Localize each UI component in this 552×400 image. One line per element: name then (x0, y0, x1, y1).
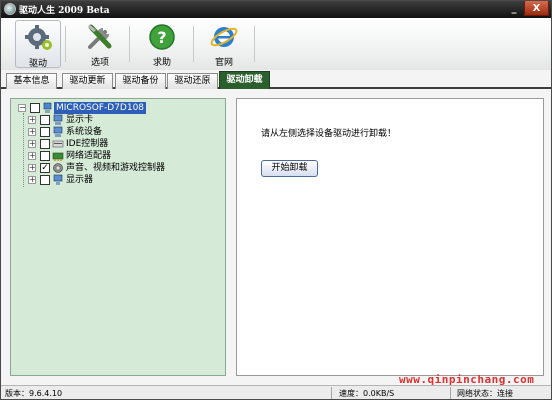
tools-icon (88, 24, 112, 49)
expand-icon[interactable]: + (28, 128, 36, 136)
toolbar-label: 选项 (90, 58, 109, 68)
status-bar: 版本：9.6.4.10 速度：0.0KB/S 网络状态：连接 (1, 385, 551, 399)
tree-checkbox-checked[interactable]: ✓ (40, 163, 50, 173)
tree-checkbox[interactable] (40, 175, 50, 185)
toolbar-label: 官网 (214, 58, 233, 68)
uninstall-hint: 请从左侧选择设备驱动进行卸载！ (261, 129, 397, 139)
computer-icon (43, 102, 52, 113)
collapse-icon[interactable]: − (18, 104, 26, 112)
tab-basic-info[interactable]: 基本信息 (6, 73, 57, 89)
expand-icon[interactable]: + (28, 176, 36, 184)
close-button[interactable]: X (524, 1, 549, 16)
tree-item-row[interactable]: + 显示卡 (11, 114, 221, 126)
start-uninstall-button[interactable]: 开始卸载 (261, 160, 318, 177)
app-window: 驱动人生 2009 Beta _ X 驱动 选项 ? 求助 官网 基本信息 驱动… (0, 0, 552, 400)
toolbar-help-button[interactable]: ? 求助 (139, 20, 185, 68)
tree-checkbox[interactable] (40, 127, 50, 137)
tree-item-row[interactable]: + 网络适配器 (11, 150, 221, 162)
tree-checkbox[interactable] (30, 103, 40, 113)
tree-item-row[interactable]: + ✓ 声音、视频和游戏控制器 (11, 162, 221, 174)
tab-bar: 基本信息 驱动更新 驱动备份 驱动还原 驱动卸载 (1, 71, 551, 89)
device-tree[interactable]: − MICROSOF-D7D108 + 显示卡 + 系统设备 + IDE控制器 … (10, 98, 226, 376)
toolbar-label: 驱动 (28, 59, 47, 69)
tree-item-label[interactable]: IDE控制器 (66, 138, 108, 150)
toolbar-options-button[interactable]: 选项 (77, 20, 123, 68)
tree-item-label[interactable]: 网络适配器 (66, 150, 111, 162)
tree-checkbox[interactable] (40, 139, 50, 149)
speed-text: 速度：0.0KB/S (339, 389, 395, 398)
network-status-text: 网络状态：连接 (457, 389, 513, 398)
network-adapter-icon (52, 152, 64, 161)
tab-driver-uninstall[interactable]: 驱动卸载 (219, 71, 270, 89)
ide-controller-icon (52, 140, 64, 148)
tree-item-row[interactable]: + 系统设备 (11, 126, 221, 138)
tree-item-label[interactable]: 声音、视频和游戏控制器 (66, 162, 165, 174)
svg-text:?: ? (157, 28, 166, 47)
toolbar-website-button[interactable]: 官网 (201, 20, 247, 68)
toolbar-separator (254, 26, 255, 62)
monitor-icon (53, 174, 63, 185)
main-toolbar: 驱动 选项 ? 求助 官网 (1, 18, 551, 70)
tab-driver-restore[interactable]: 驱动还原 (167, 73, 218, 89)
tree-item-row[interactable]: + 显示器 (11, 174, 221, 186)
window-title: 驱动人生 2009 Beta (19, 6, 110, 16)
status-divider (450, 387, 451, 399)
expand-icon[interactable]: + (28, 152, 36, 160)
tree-item-label[interactable]: 系统设备 (66, 126, 102, 138)
tree-checkbox[interactable] (40, 115, 50, 125)
app-logo-icon (4, 3, 16, 15)
toolbar-separator (193, 26, 194, 62)
minimize-button[interactable]: _ (506, 1, 522, 16)
tree-checkbox[interactable] (40, 151, 50, 161)
sound-icon (53, 163, 63, 173)
gears-icon (25, 25, 52, 50)
expand-icon[interactable]: + (28, 116, 36, 124)
uninstall-page: − MICROSOF-D7D108 + 显示卡 + 系统设备 + IDE控制器 … (1, 89, 551, 385)
toolbar-label: 求助 (152, 58, 171, 68)
expand-icon[interactable]: + (28, 140, 36, 148)
tab-driver-backup[interactable]: 驱动备份 (115, 73, 166, 89)
tree-root-row[interactable]: − MICROSOF-D7D108 (11, 102, 221, 114)
status-divider (331, 387, 332, 399)
tree-item-label[interactable]: 显示卡 (66, 114, 93, 126)
system-device-icon (53, 126, 63, 137)
uninstall-panel: 请从左侧选择设备驱动进行卸载！ 开始卸载 (236, 98, 544, 376)
expand-icon[interactable]: + (28, 164, 36, 172)
toolbar-separator (65, 26, 66, 62)
help-icon: ? (149, 24, 175, 50)
ie-icon (210, 27, 238, 47)
version-text: 版本：9.6.4.10 (5, 389, 63, 398)
tab-driver-update[interactable]: 驱动更新 (62, 73, 113, 89)
display-adapter-icon (53, 114, 63, 125)
toolbar-separator (129, 26, 130, 62)
tree-item-row[interactable]: + IDE控制器 (11, 138, 221, 150)
toolbar-driver-button[interactable]: 驱动 (15, 20, 61, 69)
title-bar[interactable]: 驱动人生 2009 Beta _ X (1, 1, 551, 18)
tree-root-label[interactable]: MICROSOF-D7D108 (54, 102, 147, 114)
tree-item-label[interactable]: 显示器 (66, 174, 93, 186)
